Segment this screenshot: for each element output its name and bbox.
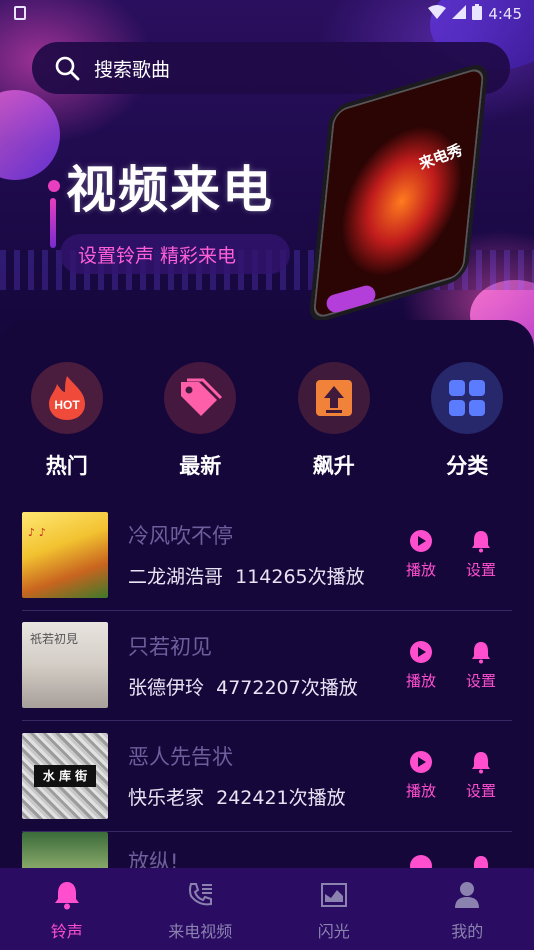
hero-title: 视频来电 xyxy=(66,161,274,219)
song-artist: 张德伊玲 xyxy=(128,676,205,699)
search-input[interactable]: 搜索歌曲 xyxy=(94,55,170,82)
play-button[interactable]: 播放 xyxy=(404,640,438,691)
song-cover: 水 库 街 xyxy=(22,732,108,819)
set-ringtone-button[interactable]: 设置 xyxy=(464,640,498,691)
song-actions: 播放 设置 xyxy=(404,529,498,580)
song-info: 冷风吹不停 二龙湖浩哥 114265次播放 xyxy=(128,520,404,589)
song-info: 恶人先告状 快乐老家 242421次播放 xyxy=(128,741,404,810)
hero-subtitle: 设置铃声 精彩来电 xyxy=(60,234,290,274)
tab-flash[interactable]: 闪光 xyxy=(267,868,401,950)
song-list: ♪ ♪ 冷风吹不停 二龙湖浩哥 114265次播放 播放 设置 祇若初見 只若初… xyxy=(22,500,512,877)
phone-list-icon xyxy=(189,883,213,906)
tag-icon xyxy=(164,362,237,434)
status-time: 4:45 xyxy=(488,5,522,23)
cover-art-text: 水 库 街 xyxy=(34,764,96,787)
decor-bar xyxy=(50,198,56,248)
category-label: 分类 xyxy=(446,454,489,478)
rise-icon xyxy=(297,362,370,434)
play-label: 播放 xyxy=(405,561,436,580)
song-meta: 张德伊玲 4772207次播放 xyxy=(128,673,404,700)
tab-mine[interactable]: 我的 xyxy=(401,868,534,950)
play-label: 播放 xyxy=(405,671,436,690)
hot-icon: HOT xyxy=(30,362,103,434)
song-artist: 快乐老家 xyxy=(128,787,205,810)
signal-icon xyxy=(452,5,467,23)
tab-label: 铃声 xyxy=(50,922,83,941)
category-classify[interactable]: 分类 xyxy=(401,362,534,480)
cover-art-text: 祇若初見 xyxy=(30,632,79,647)
song-title: 冷风吹不停 xyxy=(128,524,233,549)
song-actions: 播放 设置 xyxy=(404,750,498,801)
song-actions: 播放 设置 xyxy=(404,640,498,691)
tab-call-video[interactable]: 来电视频 xyxy=(134,868,268,950)
battery-icon xyxy=(472,4,483,24)
play-button[interactable]: 播放 xyxy=(404,529,438,580)
set-ringtone-button[interactable]: 设置 xyxy=(464,529,498,580)
category-label: 最新 xyxy=(179,454,222,478)
set-ringtone-button[interactable]: 设置 xyxy=(464,750,498,801)
hot-badge-text: HOT xyxy=(54,398,80,412)
category-new[interactable]: 最新 xyxy=(134,362,268,480)
song-title: 只若初见 xyxy=(128,634,212,659)
song-artist: 二龙湖浩哥 xyxy=(128,566,224,589)
bell-icon xyxy=(472,752,490,774)
category-label: 热门 xyxy=(45,454,88,478)
decor-blob xyxy=(0,90,60,180)
song-meta: 二龙湖浩哥 114265次播放 xyxy=(128,562,404,589)
play-icon xyxy=(410,530,432,553)
wifi-icon xyxy=(428,5,447,23)
play-icon xyxy=(410,751,432,774)
song-row[interactable]: ♪ ♪ 冷风吹不停 二龙湖浩哥 114265次播放 播放 设置 xyxy=(22,500,512,611)
play-label: 播放 xyxy=(405,782,436,801)
play-button[interactable]: 播放 xyxy=(404,750,438,801)
notification-icon xyxy=(14,6,26,20)
song-row[interactable]: 放纵! xyxy=(22,831,512,877)
bottom-tab-bar: 铃声 来电视频 闪光 我的 xyxy=(0,868,534,950)
cover-art-text: ♪ ♪ xyxy=(28,525,46,539)
user-icon xyxy=(455,882,480,908)
set-label: 设置 xyxy=(465,782,496,801)
grid-icon xyxy=(431,362,504,434)
category-label: 飙升 xyxy=(312,454,355,478)
set-label: 设置 xyxy=(465,561,496,580)
category-rising[interactable]: 飙升 xyxy=(267,362,401,480)
tab-label: 我的 xyxy=(451,922,484,941)
bell-icon xyxy=(472,531,490,553)
set-label: 设置 xyxy=(465,671,496,690)
song-meta: 快乐老家 242421次播放 xyxy=(128,783,404,810)
flash-chart-icon xyxy=(320,883,347,907)
bell-icon xyxy=(472,641,490,664)
category-row: HOT 热门 最新 飙升 分类 xyxy=(0,362,534,480)
tab-ringtone[interactable]: 铃声 xyxy=(0,868,134,950)
decor-dot xyxy=(48,180,60,192)
tab-label: 闪光 xyxy=(317,922,350,941)
song-row[interactable]: 祇若初見 只若初见 张德伊玲 4772207次播放 播放 设置 xyxy=(22,611,512,721)
song-plays: 242421次播放 xyxy=(216,787,346,810)
tab-label: 来电视频 xyxy=(168,922,233,941)
play-icon xyxy=(410,640,432,663)
song-title: 恶人先告状 xyxy=(128,745,233,770)
search-icon xyxy=(54,55,80,81)
song-cover: 祇若初見 xyxy=(22,622,108,709)
song-cover: ♪ ♪ xyxy=(22,511,108,598)
song-cover xyxy=(22,831,108,872)
song-info: 只若初见 张德伊玲 4772207次播放 xyxy=(128,631,404,700)
category-hot[interactable]: HOT 热门 xyxy=(0,362,134,480)
bell-icon xyxy=(54,882,79,910)
song-row[interactable]: 水 库 街 恶人先告状 快乐老家 242421次播放 播放 设置 xyxy=(22,721,512,832)
song-plays: 4772207次播放 xyxy=(216,676,358,699)
song-plays: 114265次播放 xyxy=(235,566,365,589)
status-bar: 4:45 xyxy=(0,0,534,28)
